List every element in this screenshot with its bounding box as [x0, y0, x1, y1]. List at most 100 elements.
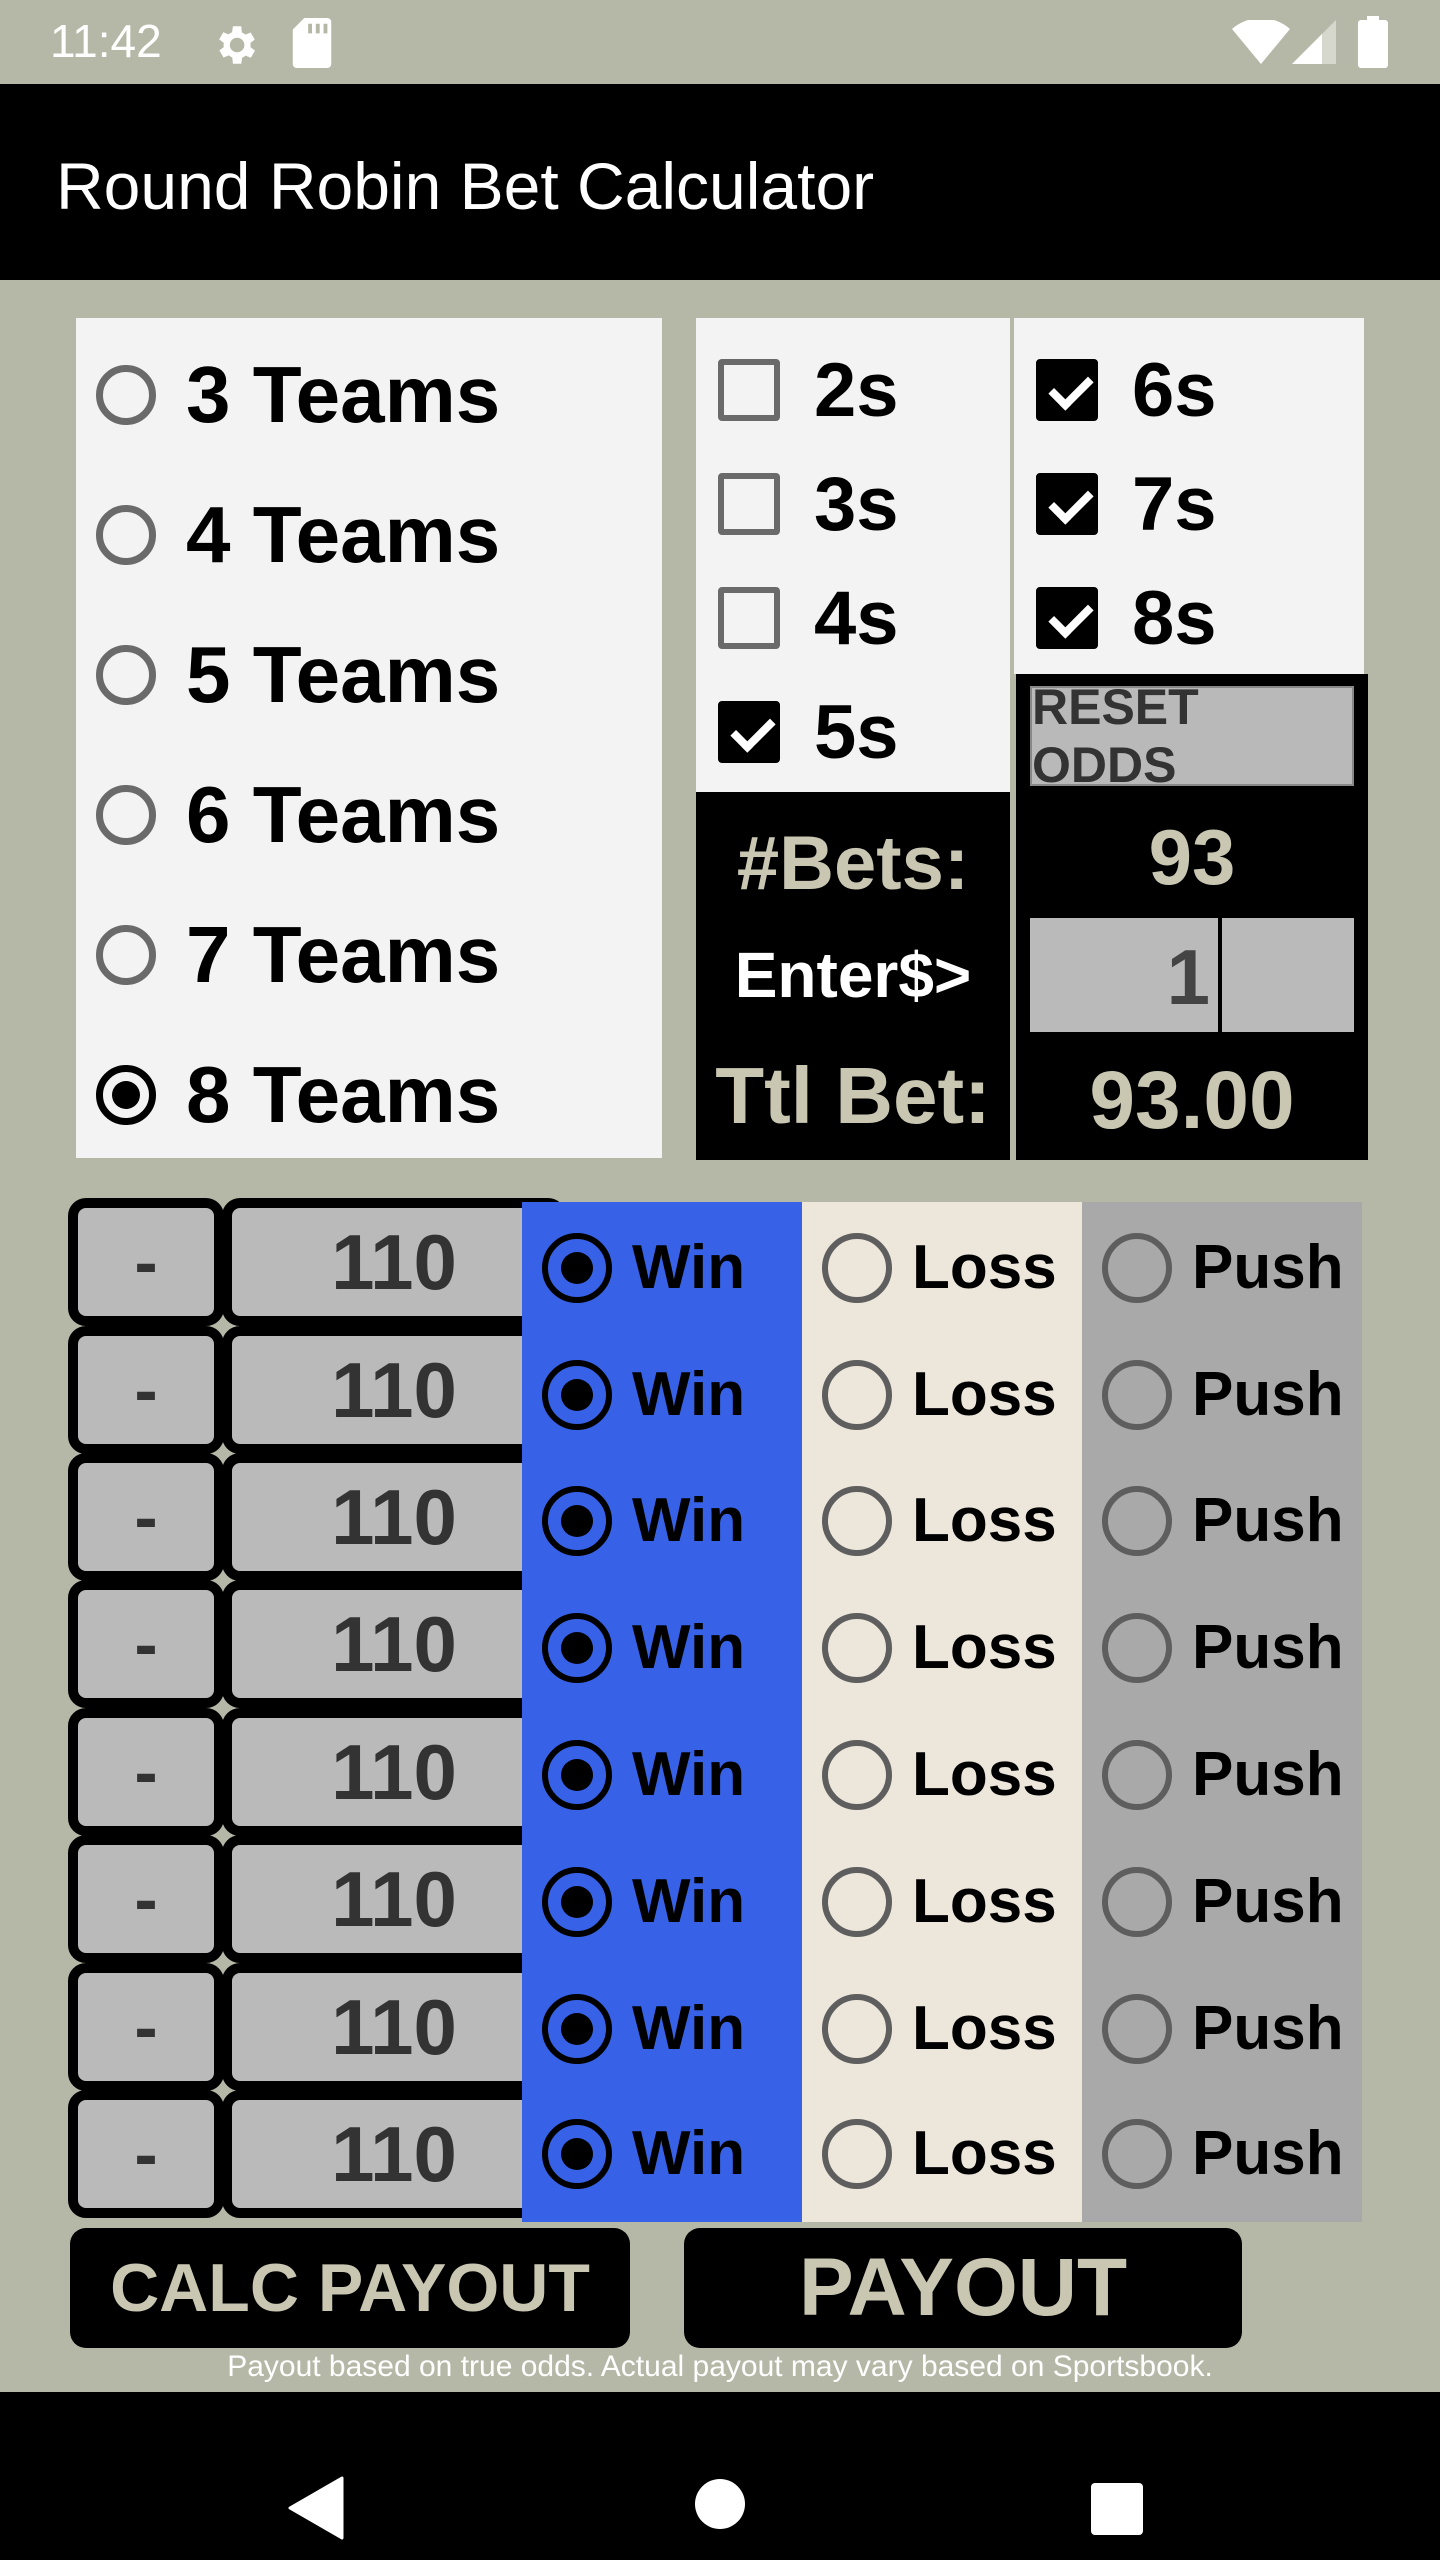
odds-sign-toggle[interactable]: - [68, 1708, 224, 1836]
win-radio[interactable]: Win [542, 1711, 802, 1838]
win-radio[interactable]: Win [542, 2090, 802, 2217]
radio-icon [1102, 2118, 1172, 2189]
team-option-label: 8 Teams [186, 1050, 501, 1139]
push-radio[interactable]: Push [1102, 1204, 1362, 1331]
recents-icon[interactable] [1090, 2482, 1144, 2536]
total-bet-value: 93.00 [1089, 1055, 1295, 1146]
checkbox-5s[interactable]: 5s [718, 682, 1018, 782]
checkbox-2s[interactable]: 2s [718, 340, 1018, 440]
odds-input[interactable]: 110 [222, 1835, 566, 1963]
push-label: Push [1192, 2119, 1344, 2188]
push-radio[interactable]: Push [1102, 1457, 1362, 1584]
odds-input[interactable]: 110 [222, 2090, 566, 2218]
win-radio[interactable]: Win [542, 1965, 802, 2092]
loss-radio[interactable]: Loss [822, 1584, 1082, 1711]
odds-sign-toggle[interactable]: - [68, 2090, 224, 2218]
win-column: Win Win Win Win Win Win Win Win [522, 1202, 802, 2222]
loss-radio[interactable]: Loss [822, 1204, 1082, 1331]
checkbox-6s[interactable]: 6s [1036, 340, 1336, 440]
text-cursor [1218, 918, 1222, 1032]
team-option-label: 7 Teams [186, 910, 501, 999]
win-radio[interactable]: Win [542, 1584, 802, 1711]
radio-icon [1102, 1232, 1172, 1303]
bets-count: 93 [1148, 813, 1236, 901]
push-radio[interactable]: Push [1102, 2090, 1362, 2217]
win-radio[interactable]: Win [542, 1331, 802, 1458]
checkbox-4s[interactable]: 4s [718, 568, 1018, 668]
win-label: Win [632, 1360, 746, 1429]
radio-icon [1102, 1866, 1172, 1937]
summary-labels-panel: #Bets: Enter$> Ttl Bet: [696, 792, 1010, 1160]
team-option-3[interactable]: 3 Teams [96, 340, 656, 450]
back-icon[interactable] [288, 2476, 344, 2540]
reset-odds-button[interactable]: RESET ODDS [1030, 679, 1354, 793]
team-option-6[interactable]: 6 Teams [96, 760, 656, 870]
checkbox-7s[interactable]: 7s [1036, 454, 1336, 554]
checkbox-label: 2s [814, 347, 899, 433]
odds-sign-toggle[interactable]: - [68, 1198, 224, 1326]
team-option-8[interactable]: 8 Teams [96, 1040, 656, 1150]
odds-input[interactable]: 110 [222, 1580, 566, 1708]
odds-input[interactable]: 110 [222, 1198, 566, 1326]
push-radio[interactable]: Push [1102, 1965, 1362, 2092]
loss-radio[interactable]: Loss [822, 1965, 1082, 2092]
loss-radio[interactable]: Loss [822, 1331, 1082, 1458]
gear-icon [219, 26, 255, 64]
loss-label: Loss [912, 1867, 1057, 1936]
stake-input[interactable]: 1 [1030, 918, 1354, 1032]
checkbox-3s[interactable]: 3s [718, 454, 1018, 554]
app-title: Round Robin Bet Calculator [56, 149, 875, 223]
radio-selected-icon [542, 1359, 612, 1430]
odds-row: -110 [68, 1708, 566, 1836]
payout-button[interactable]: PAYOUT [684, 2228, 1242, 2348]
odds-sign-toggle[interactable]: - [68, 1835, 224, 1963]
odds-sign-toggle[interactable]: - [68, 1580, 224, 1708]
radio-icon [96, 365, 156, 425]
team-option-7[interactable]: 7 Teams [96, 900, 656, 1010]
push-label: Push [1192, 1994, 1344, 2063]
signal-icon [1292, 20, 1336, 64]
odds-sign-toggle[interactable]: - [68, 1453, 224, 1581]
push-radio[interactable]: Push [1102, 1331, 1362, 1458]
push-column: Push Push Push Push Push Push Push Push [1082, 1202, 1362, 2222]
team-option-5[interactable]: 5 Teams [96, 620, 656, 730]
wifi-icon [1232, 20, 1290, 64]
battery-icon [1358, 16, 1388, 68]
win-radio[interactable]: Win [542, 1457, 802, 1584]
checkbox-8s[interactable]: 8s [1036, 568, 1336, 668]
push-radio[interactable]: Push [1102, 1584, 1362, 1711]
calc-payout-button[interactable]: CALC PAYOUT [70, 2228, 630, 2348]
loss-label: Loss [912, 1233, 1057, 1302]
radio-icon [822, 1359, 892, 1430]
odds-input[interactable]: 110 [222, 1326, 566, 1454]
odds-sign-toggle[interactable]: - [68, 1326, 224, 1454]
odds-input[interactable]: 110 [222, 1453, 566, 1581]
win-label: Win [632, 1486, 746, 1555]
team-option-label: 4 Teams [186, 490, 501, 579]
odds-row: -110 [68, 1453, 566, 1581]
win-radio[interactable]: Win [542, 1838, 802, 1965]
parlay-size-checkboxes-left: 2s 3s 4s 5s [696, 318, 1010, 792]
odds-sign-toggle[interactable]: - [68, 1963, 224, 2091]
checkbox-checked-icon [1036, 587, 1098, 649]
win-radio[interactable]: Win [542, 1204, 802, 1331]
radio-selected-icon [542, 1612, 612, 1683]
radio-icon [822, 2118, 892, 2189]
team-option-4[interactable]: 4 Teams [96, 480, 656, 590]
push-label: Push [1192, 1360, 1344, 1429]
push-radio[interactable]: Push [1102, 1838, 1362, 1965]
loss-radio[interactable]: Loss [822, 1838, 1082, 1965]
loss-label: Loss [912, 1740, 1057, 1809]
checkbox-label: 4s [814, 575, 899, 661]
loss-radio[interactable]: Loss [822, 1711, 1082, 1838]
loss-radio[interactable]: Loss [822, 1457, 1082, 1584]
bets-label: #Bets: [736, 821, 970, 906]
push-radio[interactable]: Push [1102, 1711, 1362, 1838]
radio-icon [96, 785, 156, 845]
home-icon[interactable] [694, 2478, 746, 2530]
loss-radio[interactable]: Loss [822, 2090, 1082, 2217]
radio-icon [822, 1485, 892, 1556]
push-label: Push [1192, 1233, 1344, 1302]
odds-input[interactable]: 110 [222, 1963, 566, 2091]
odds-input[interactable]: 110 [222, 1708, 566, 1836]
